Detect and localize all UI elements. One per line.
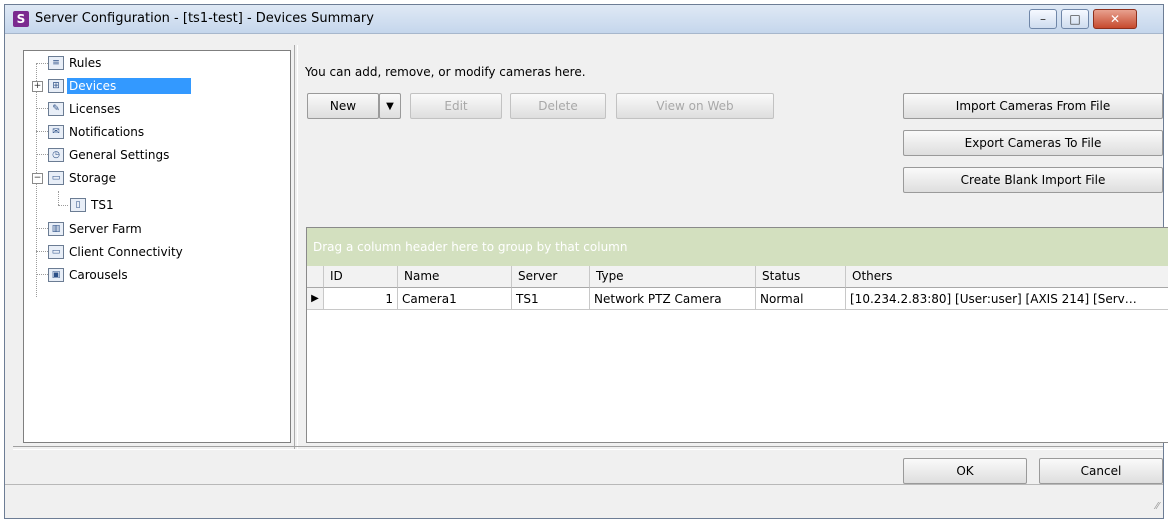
table-cell-server[interactable]: TS1 xyxy=(512,288,590,310)
minimize-icon: – xyxy=(1040,12,1046,26)
new-dropdown-button[interactable]: ▼ xyxy=(379,93,401,119)
tree-connector xyxy=(36,131,48,132)
tree-item-label: Client Connectivity xyxy=(69,245,183,259)
column-header-id[interactable]: ID xyxy=(324,266,398,288)
notifications-icon: ✉ xyxy=(48,125,64,139)
server-configuration-window: S Server Configuration - [ts1-test] - De… xyxy=(4,4,1168,519)
view-on-web-button[interactable]: View on Web xyxy=(616,93,774,119)
import-cameras-button[interactable]: Import Cameras From File xyxy=(903,93,1163,119)
export-cameras-label: Export Cameras To File xyxy=(964,136,1102,150)
close-button[interactable]: ✕ xyxy=(1093,9,1137,29)
table-cell-others[interactable]: [10.234.2.83:80] [User:user] [AXIS 214] … xyxy=(846,288,1168,310)
cancel-button-label: Cancel xyxy=(1080,464,1122,478)
maximize-icon: □ xyxy=(1069,12,1081,26)
tree-connector xyxy=(36,154,48,155)
tree-connector xyxy=(36,274,48,275)
minimize-button[interactable]: – xyxy=(1029,9,1057,29)
tree-item-notifications[interactable]: ✉ Notifications xyxy=(48,122,146,142)
navigation-tree: ≡ Rules + ⊞ Devices ✎ Licenses ✉ Notific… xyxy=(23,50,291,443)
tree-item-label: Storage xyxy=(69,171,116,185)
ok-button-label: OK xyxy=(956,464,974,478)
ok-button[interactable]: OK xyxy=(903,458,1027,484)
delete-button[interactable]: Delete xyxy=(510,93,606,119)
tree-item-label: TS1 xyxy=(91,198,114,212)
tree-item-label: Rules xyxy=(69,56,102,70)
row-header-corner xyxy=(307,266,324,288)
view-on-web-label: View on Web xyxy=(656,99,734,113)
tree-item-ts1[interactable]: ▯ TS1 xyxy=(70,195,116,215)
create-blank-import-label: Create Blank Import File xyxy=(960,173,1106,187)
tree-connector xyxy=(58,205,68,206)
table-cell-status[interactable]: Normal xyxy=(756,288,846,310)
tree-item-licenses[interactable]: ✎ Licenses xyxy=(48,99,123,119)
instructions-text: You can add, remove, or modify cameras h… xyxy=(305,65,586,79)
tree-item-label: Licenses xyxy=(69,102,121,116)
tree-item-client-connectivity[interactable]: ▭ Client Connectivity xyxy=(48,242,185,262)
status-bar: ⁄⁄ xyxy=(5,484,1163,518)
tree-item-server-farm[interactable]: ▥ Server Farm xyxy=(48,219,144,239)
window-title: Server Configuration - [ts1-test] - Devi… xyxy=(35,11,374,26)
new-button-label: New xyxy=(329,99,357,113)
import-cameras-label: Import Cameras From File xyxy=(955,99,1111,113)
delete-button-label: Delete xyxy=(538,99,578,113)
table-cell-id[interactable]: 1 xyxy=(324,288,398,310)
licenses-icon: ✎ xyxy=(48,102,64,116)
column-header-status[interactable]: Status xyxy=(756,266,846,288)
title-bar[interactable]: S Server Configuration - [ts1-test] - De… xyxy=(5,5,1163,34)
tree-connector xyxy=(36,63,48,64)
tree-item-devices[interactable]: ⊞ Devices xyxy=(48,76,191,96)
tree-item-general-settings[interactable]: ◷ General Settings xyxy=(48,145,171,165)
tree-item-storage[interactable]: ▭ Storage xyxy=(48,168,118,188)
tree-connector xyxy=(36,228,48,229)
cameras-grid: Drag a column header here to group by th… xyxy=(306,227,1168,443)
server-icon: ▯ xyxy=(70,198,86,212)
chevron-down-icon: ▼ xyxy=(386,100,394,112)
tree-item-label: Server Farm xyxy=(69,222,142,236)
tree-connector xyxy=(36,251,48,252)
edit-button[interactable]: Edit xyxy=(410,93,502,119)
tree-item-label: Devices xyxy=(67,78,191,94)
column-header-server[interactable]: Server xyxy=(512,266,590,288)
maximize-button[interactable]: □ xyxy=(1061,9,1089,29)
rules-icon: ≡ xyxy=(48,56,64,70)
tree-connector xyxy=(58,191,59,205)
close-icon: ✕ xyxy=(1109,12,1121,26)
app-logo-icon: S xyxy=(13,11,29,27)
tree-connector xyxy=(36,108,48,109)
panel-splitter[interactable] xyxy=(294,45,298,449)
column-header-others[interactable]: Others xyxy=(846,266,1168,288)
group-by-panel[interactable]: Drag a column header here to group by th… xyxy=(307,228,1168,266)
create-blank-import-button[interactable]: Create Blank Import File xyxy=(903,167,1163,193)
column-header-name[interactable]: Name xyxy=(398,266,512,288)
new-button[interactable]: New xyxy=(307,93,379,119)
collapse-toggle-icon[interactable]: − xyxy=(32,173,43,184)
storage-icon: ▭ xyxy=(48,171,64,185)
tree-item-label: General Settings xyxy=(69,148,170,162)
cancel-button[interactable]: Cancel xyxy=(1039,458,1163,484)
tree-item-rules[interactable]: ≡ Rules xyxy=(48,53,103,73)
footer-divider xyxy=(13,446,1163,450)
edit-button-label: Edit xyxy=(444,99,468,113)
tree-item-carousels[interactable]: ▣ Carousels xyxy=(48,265,130,285)
tree-item-label: Carousels xyxy=(69,268,128,282)
resize-grip-icon[interactable]: ⁄⁄ xyxy=(1156,501,1159,512)
table-cell-type[interactable]: Network PTZ Camera xyxy=(590,288,756,310)
devices-icon: ⊞ xyxy=(48,79,64,93)
carousels-icon: ▣ xyxy=(48,268,64,282)
table-cell-name[interactable]: Camera1 xyxy=(398,288,512,310)
export-cameras-button[interactable]: Export Cameras To File xyxy=(903,130,1163,156)
column-header-type[interactable]: Type xyxy=(590,266,756,288)
expand-toggle-icon[interactable]: + xyxy=(32,81,43,92)
tree-item-label: Notifications xyxy=(69,125,145,139)
client-connectivity-icon: ▭ xyxy=(48,245,64,259)
row-indicator-icon[interactable]: ▶ xyxy=(307,288,324,310)
server-farm-icon: ▥ xyxy=(48,222,64,236)
general-settings-icon: ◷ xyxy=(48,148,64,162)
